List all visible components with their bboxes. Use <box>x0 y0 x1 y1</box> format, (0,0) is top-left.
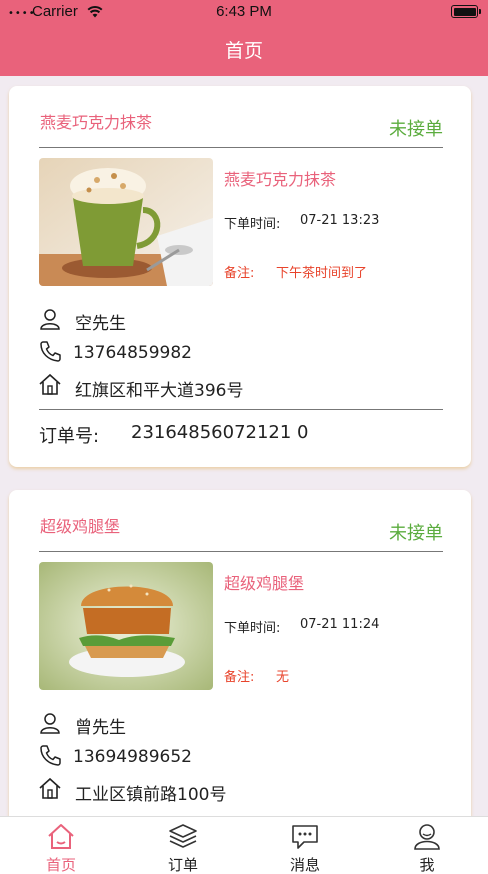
tab-orders[interactable]: 订单 <box>122 817 244 874</box>
customer-phone[interactable]: 13764859982 <box>73 343 192 363</box>
tab-label: 订单 <box>167 856 198 874</box>
user-icon <box>40 713 60 734</box>
phone-icon <box>40 745 61 766</box>
tab-label: 消息 <box>289 856 320 874</box>
tab-home[interactable]: 首页 <box>0 817 122 874</box>
product-name: 燕麦巧克力抹茶 <box>224 170 337 189</box>
order-status-badge[interactable]: 未接单 <box>389 519 443 545</box>
tab-label: 首页 <box>45 856 76 874</box>
home-icon <box>39 777 61 799</box>
remark-label: 备注: <box>224 670 255 685</box>
remark-text: 下午茶时间到了 <box>276 266 368 281</box>
remark-text: 无 <box>276 670 290 685</box>
user-icon <box>414 824 440 850</box>
divider <box>39 551 443 552</box>
product-image <box>39 158 213 286</box>
home-icon <box>39 373 61 395</box>
divider <box>39 147 443 148</box>
app-header: •••• Carrier 6:43 PM 首页 <box>0 0 488 76</box>
customer-name: 曾先生 <box>75 718 126 738</box>
message-icon <box>292 825 318 849</box>
order-time-label: 下单时间: <box>224 217 281 232</box>
product-image <box>39 562 213 690</box>
product-name: 超级鸡腿堡 <box>224 574 305 593</box>
home-icon <box>48 824 74 849</box>
battery-icon <box>451 5 481 18</box>
order-number-label: 订单号: <box>39 426 100 447</box>
order-card[interactable]: 超级鸡腿堡 未接单 超级鸡腿堡 下单时间: 07-21 11:24 备注: 无 … <box>9 490 471 830</box>
remark-label: 备注: <box>224 266 255 281</box>
shop-name: 燕麦巧克力抹茶 <box>40 113 153 132</box>
clock: 6:43 PM <box>216 3 272 20</box>
phone-icon <box>40 341 61 362</box>
status-bar: •••• Carrier 6:43 PM <box>0 0 488 24</box>
order-status-badge[interactable]: 未接单 <box>389 115 443 141</box>
customer-phone[interactable]: 13694989652 <box>73 747 192 767</box>
tab-bar: 首页 订单 消息 我 <box>0 816 488 874</box>
user-icon <box>40 309 60 330</box>
layers-icon <box>169 824 197 848</box>
divider <box>39 409 443 410</box>
order-card[interactable]: 燕麦巧克力抹茶 未接单 燕麦巧克力抹茶 下单时间: 07-21 13:23 备注… <box>9 86 471 467</box>
customer-address: 红旗区和平大道396号 <box>75 381 244 401</box>
order-time: 07-21 11:24 <box>300 617 380 632</box>
order-time: 07-21 13:23 <box>300 213 380 228</box>
customer-name: 空先生 <box>75 314 126 334</box>
order-time-label: 下单时间: <box>224 621 281 636</box>
customer-address: 工业区镇前路100号 <box>75 785 227 805</box>
page-title: 首页 <box>224 40 263 62</box>
tab-messages[interactable]: 消息 <box>244 817 366 874</box>
tab-me[interactable]: 我 <box>366 817 488 874</box>
order-number: 23164856072121 0 <box>131 422 309 443</box>
shop-name: 超级鸡腿堡 <box>40 517 121 536</box>
tab-label: 我 <box>419 856 435 874</box>
